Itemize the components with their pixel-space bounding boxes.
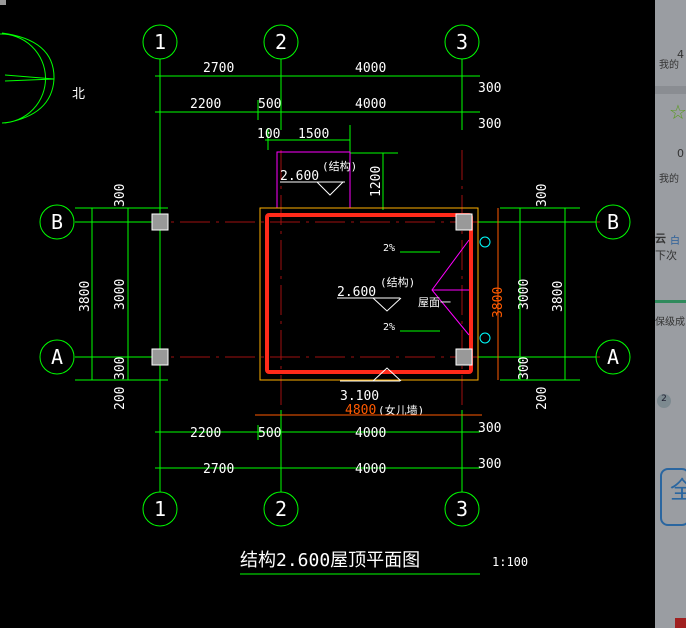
svg-text:1: 1 bbox=[154, 497, 166, 521]
svg-text:B: B bbox=[51, 210, 63, 234]
svg-text:2700: 2700 bbox=[203, 61, 234, 76]
elevation-note: (结构) bbox=[322, 159, 357, 173]
elevation-value: 2.600 bbox=[337, 285, 376, 300]
calendar-icon[interactable]: 全 bbox=[660, 468, 686, 526]
svg-text:1200: 1200 bbox=[369, 166, 384, 197]
dim-overall-height: 3800 bbox=[491, 287, 506, 318]
elevation-value: 3.100 bbox=[340, 389, 379, 404]
svg-text:300: 300 bbox=[535, 184, 550, 207]
svg-text:3: 3 bbox=[456, 30, 468, 54]
svg-text:200: 200 bbox=[113, 387, 128, 410]
svg-text:4000: 4000 bbox=[355, 426, 386, 441]
svg-text:3800: 3800 bbox=[78, 281, 93, 312]
svg-text:200: 200 bbox=[535, 387, 550, 410]
svg-text:A: A bbox=[51, 345, 63, 369]
drawing-title: 结构2.600屋顶平面图 bbox=[240, 550, 420, 571]
north-label: 北 bbox=[72, 87, 85, 102]
svg-text:2200: 2200 bbox=[190, 97, 221, 112]
svg-text:4000: 4000 bbox=[355, 97, 386, 112]
drain-icons bbox=[479, 236, 491, 344]
count: 0 bbox=[677, 147, 684, 160]
svg-text:500: 500 bbox=[258, 97, 281, 112]
svg-text:300: 300 bbox=[113, 357, 128, 380]
svg-text:3000: 3000 bbox=[113, 279, 128, 310]
badge-icon bbox=[675, 618, 686, 628]
svg-text:1500: 1500 bbox=[298, 127, 329, 142]
elevation-value: 2.600 bbox=[280, 169, 319, 184]
svg-text:3: 3 bbox=[456, 497, 468, 521]
level-text: 保级成 bbox=[655, 317, 685, 328]
svg-text:300: 300 bbox=[478, 457, 501, 472]
axis-labels: 1 2 3 1 2 3 B A B A bbox=[51, 30, 619, 521]
svg-text:2200: 2200 bbox=[190, 426, 221, 441]
roof-label: 屋面一 bbox=[418, 296, 451, 309]
my-label[interactable]: 我的 bbox=[659, 170, 686, 185]
svg-text:2700: 2700 bbox=[203, 462, 234, 477]
svg-text:3000: 3000 bbox=[517, 279, 532, 310]
svg-text:4000: 4000 bbox=[355, 462, 386, 477]
svg-text:1: 1 bbox=[154, 30, 166, 54]
north-arrow bbox=[0, 32, 55, 124]
svg-text:3800: 3800 bbox=[551, 281, 566, 312]
svg-text:A: A bbox=[607, 345, 619, 369]
corner bbox=[0, 0, 6, 5]
cad-drawing-canvas[interactable]: 北 1 2 3 1 2 3 B A B A 2.600 (结构) 2.600 (结构) 3.… bbox=[0, 0, 655, 628]
slope-lines bbox=[431, 239, 470, 336]
link[interactable]: 白 bbox=[670, 232, 686, 247]
svg-text:B: B bbox=[607, 210, 619, 234]
medal-icon: 2 bbox=[657, 394, 671, 408]
elevation-note: (结构) bbox=[380, 275, 415, 289]
columns bbox=[151, 213, 473, 366]
my-label[interactable]: 我的 bbox=[659, 56, 686, 71]
svg-text:300: 300 bbox=[113, 184, 128, 207]
svg-text:300: 300 bbox=[517, 357, 532, 380]
svg-text:300: 300 bbox=[478, 421, 501, 436]
slope-arrows bbox=[400, 251, 440, 332]
svg-text:2: 2 bbox=[275, 30, 287, 54]
drawing-scale: 1:100 bbox=[492, 555, 528, 569]
svg-text:2: 2 bbox=[275, 497, 287, 521]
slope-label: 2% bbox=[383, 243, 395, 254]
slope-label: 2% bbox=[383, 322, 395, 333]
next-text: 下次 bbox=[655, 249, 677, 262]
svg-text:100: 100 bbox=[257, 127, 280, 142]
dim-overall-width: 4800 bbox=[345, 403, 376, 418]
svg-text:300: 300 bbox=[478, 117, 501, 132]
svg-text:300: 300 bbox=[478, 81, 501, 96]
svg-text:4000: 4000 bbox=[355, 61, 386, 76]
svg-text:500: 500 bbox=[258, 426, 281, 441]
star-icon[interactable]: ☆ bbox=[669, 100, 686, 124]
side-panel[interactable]: 4 我的 ☆ 0 我的 云 白 下次 保级成 2 全 bbox=[655, 0, 686, 628]
progress-bar bbox=[655, 300, 686, 303]
